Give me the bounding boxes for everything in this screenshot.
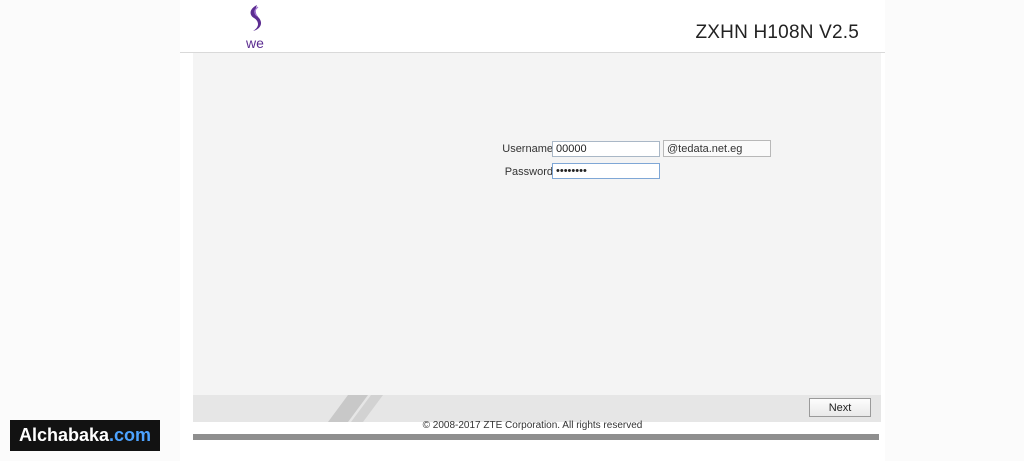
username-input[interactable] xyxy=(552,141,660,157)
site-watermark: Alchabaka.com xyxy=(10,420,161,451)
password-input[interactable] xyxy=(552,163,660,179)
model-title: ZXHN H108N V2.5 xyxy=(695,22,859,43)
username-suffix: @tedata.net.eg xyxy=(663,140,771,157)
brand-logo-text: we xyxy=(245,35,264,51)
password-row: Password xyxy=(473,163,793,181)
footer-band: Next xyxy=(193,395,881,422)
next-button[interactable]: Next xyxy=(809,398,871,417)
password-label: Password xyxy=(504,166,553,178)
router-frame: we ZXHN H108N V2.5 Username @tedata.net.… xyxy=(180,0,885,461)
login-panel: Username @tedata.net.eg Password xyxy=(193,53,881,395)
watermark-tld: .com xyxy=(109,425,152,445)
we-logo: we xyxy=(245,5,264,51)
bottom-bar xyxy=(193,434,879,440)
watermark-name: Alchabaka xyxy=(19,425,110,445)
router-setup-page: we ZXHN H108N V2.5 Username @tedata.net.… xyxy=(0,0,1024,461)
username-label: Username xyxy=(502,143,553,155)
header: we ZXHN H108N V2.5 xyxy=(180,0,885,53)
copyright-text: © 2008-2017 ZTE Corporation. All rights … xyxy=(422,420,643,431)
footer-stripe-decoration xyxy=(328,395,383,422)
username-row: Username @tedata.net.eg xyxy=(473,140,793,158)
